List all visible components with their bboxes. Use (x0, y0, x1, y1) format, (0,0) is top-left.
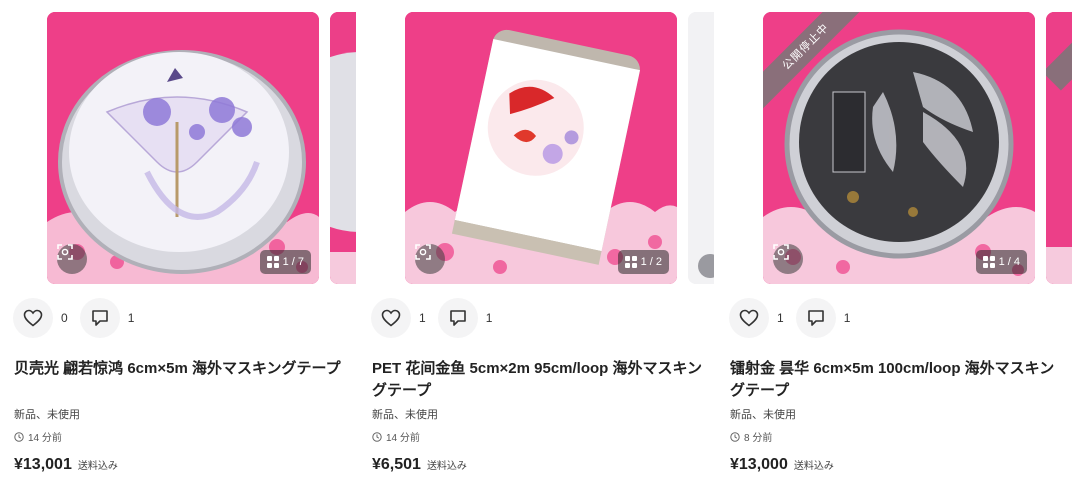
image-fragment-icon (688, 12, 714, 284)
item-condition: 新品、未使用 (730, 409, 796, 421)
comment-icon (807, 310, 824, 326)
like-button[interactable] (371, 298, 411, 338)
next-image-peek[interactable] (330, 12, 356, 284)
price-amount: ¥6,501 (372, 456, 421, 473)
item-condition: 新品、未使用 (372, 409, 438, 421)
posted-time-text: 14 分前 (28, 433, 62, 444)
image-fragment-icon (330, 12, 356, 284)
product-photo[interactable]: 公開停止中 1 / 4 (763, 12, 1035, 284)
heart-icon (23, 309, 43, 327)
gallery-grid-icon (266, 256, 279, 268)
image-count-badge: 1 / 2 (617, 250, 669, 274)
product-photo[interactable]: 1 / 2 (405, 12, 677, 284)
comment-count: 1 (843, 311, 851, 325)
comment-button[interactable] (79, 298, 120, 338)
price: ¥13,001 送料込み (14, 456, 118, 474)
posted-time-text: 14 分前 (386, 433, 420, 444)
image-count-badge: 1 / 7 (259, 250, 311, 274)
status-ribbon-text: 公開停止中 (763, 12, 869, 110)
shipping-label: 送料込み (426, 461, 467, 472)
image-count-text: 1 / 4 (998, 256, 1020, 268)
comment-icon (449, 310, 466, 326)
comment-icon (91, 310, 108, 326)
price: ¥13,000 送料込み (730, 456, 834, 474)
price-amount: ¥13,000 (730, 456, 788, 473)
clock-icon (730, 431, 740, 442)
image-count-text: 1 / 2 (640, 256, 662, 268)
next-image-peek[interactable]: 公 (1046, 12, 1072, 284)
like-count: 1 (419, 311, 426, 325)
image-search-button[interactable] (57, 244, 87, 274)
image-search-button[interactable] (773, 244, 803, 274)
posted-time: 8 分前 (730, 429, 772, 444)
engagement-bar: 1 1 (729, 298, 862, 338)
engagement-bar: 1 1 (371, 298, 504, 338)
comment-button[interactable] (795, 298, 836, 338)
like-count: 1 (777, 311, 784, 325)
image-count-text: 1 / 7 (282, 256, 304, 268)
fairy-umbrella-tape-roll-icon (47, 12, 319, 284)
shipping-label: 送料込み (77, 461, 118, 472)
gallery-grid-icon (624, 256, 637, 268)
like-count: 0 (61, 311, 68, 325)
like-button[interactable] (729, 298, 769, 338)
status-ribbon: 公開停止中 (763, 12, 873, 122)
next-image-peek[interactable] (688, 12, 714, 284)
clock-icon (372, 431, 382, 442)
scan-icon (415, 244, 431, 260)
shipping-label: 送料込み (793, 461, 834, 472)
item-condition: 新品、未使用 (14, 409, 80, 421)
like-button[interactable] (13, 298, 53, 338)
product-title[interactable]: 镭射金 昙华 6cm×5m 100cm/loop 海外マスキングテープ (730, 358, 1066, 402)
price-amount: ¥13,001 (14, 456, 72, 473)
scan-icon (57, 244, 73, 260)
image-count-badge: 1 / 4 (975, 250, 1027, 274)
goldfish-tape-roll-icon (405, 12, 677, 284)
product-title[interactable]: 贝壳光 翩若惊鸿 6cm×5m 海外マスキングテープ (14, 358, 350, 380)
price: ¥6,501 送料込み (372, 456, 467, 474)
clock-icon (14, 431, 24, 442)
heart-icon (381, 309, 401, 327)
product-title[interactable]: PET 花间金鱼 5cm×2m 95cm/loop 海外マスキングテープ (372, 358, 708, 402)
listing-card[interactable]: 1 / 7 0 1 贝壳光 翩若惊鸿 6cm×5m 海外マスキングテープ 新品、… (0, 0, 357, 483)
comment-count: 1 (485, 311, 493, 325)
gallery-grid-icon (982, 256, 995, 268)
posted-time-text: 8 分前 (744, 433, 773, 444)
product-photo[interactable]: 1 / 7 (47, 12, 319, 284)
image-search-button[interactable] (415, 244, 445, 274)
listing-card[interactable]: 1 / 2 1 1 PET 花间金鱼 5cm×2m 95cm/loop 海外マス… (358, 0, 715, 483)
listing-card[interactable]: 公開停止中 1 / 4 公 1 (716, 0, 1073, 483)
scan-icon (773, 244, 789, 260)
heart-icon (739, 309, 759, 327)
engagement-bar: 0 1 (13, 298, 146, 338)
posted-time: 14 分前 (372, 429, 420, 444)
comment-button[interactable] (437, 298, 478, 338)
comment-count: 1 (127, 311, 135, 325)
posted-time: 14 分前 (14, 429, 62, 444)
